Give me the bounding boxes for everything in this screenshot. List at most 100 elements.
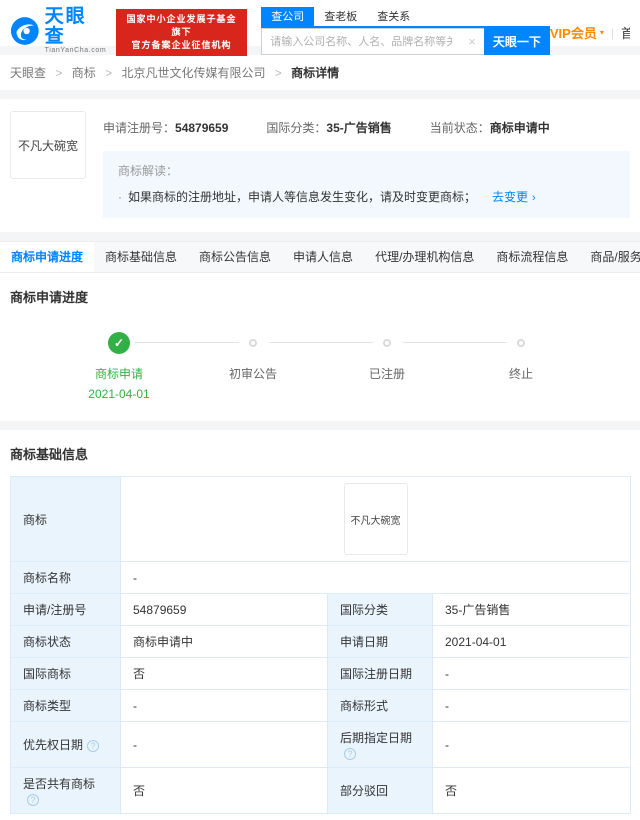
step-label: 终止 [508, 367, 533, 381]
row-value: - [120, 689, 328, 722]
tab-gazette-info[interactable]: 商标公告信息 [188, 242, 282, 272]
row-value: 2021-04-01 [431, 625, 632, 658]
trademark-interpretation-box: 商标解读： · 如果商标的注册地址，申请人等信息发生变化，请及时变更商标； 去变更 › [103, 151, 630, 218]
tab-progress[interactable]: 商标申请进度 [0, 242, 95, 272]
field-international-class: 国际分类：35-广告销售 [266, 119, 391, 136]
trademark-summary: 不凡大碗宽 申请注册号：54879659 国际分类：35-广告销售 当前状态：商… [0, 99, 640, 232]
step-application: ✓ 商标申请 2021-04-01 [52, 332, 239, 401]
row-label: 申请/注册号 [10, 593, 121, 626]
table-row: 优先权日期? - 后期指定日期? - [10, 721, 632, 768]
row-label: 商标类型 [10, 689, 121, 722]
certification-badge: 国家中小企业发展子基金旗下 官方备案企业征信机构 [115, 9, 248, 56]
search-button[interactable]: 天眼一下 [483, 28, 550, 55]
help-icon[interactable]: ? [87, 740, 100, 752]
logo-text: 天眼查 [44, 6, 87, 47]
tab-agency-info[interactable]: 代理/办理机构信息 [364, 242, 485, 272]
row-value: 54879659 [120, 593, 328, 626]
breadcrumb-current: 商标详情 [291, 66, 340, 80]
row-label: 后期指定日期 [340, 731, 413, 745]
progress-section-title: 商标申请进度 [10, 290, 89, 305]
field-value: 54879659 [175, 121, 229, 135]
search-tab-boss[interactable]: 查老板 [314, 7, 367, 26]
pending-dot-icon [517, 339, 525, 347]
row-label: 商标形式 [327, 689, 433, 722]
row-value: - [120, 721, 328, 768]
field-label: 当前状态： [429, 121, 490, 135]
help-icon[interactable]: ? [344, 748, 356, 760]
breadcrumb-home[interactable]: 天眼查 [10, 66, 46, 80]
table-row: 是否共有商标? 否 部分驳回 否 [10, 767, 632, 814]
caret-down-icon[interactable]: ▾ [600, 28, 604, 37]
breadcrumb-trademark[interactable]: 商标 [72, 66, 96, 80]
search-tabs: 查公司 查老板 查关系 [261, 7, 550, 28]
trademark-image[interactable]: 不凡大碗宽 [10, 111, 86, 179]
field-current-status: 当前状态：商标申请中 [430, 119, 550, 136]
row-value: 35-广告销售 [431, 593, 632, 626]
row-label: 商标状态 [10, 625, 121, 658]
table-row: 商标状态 商标申请中 申请日期 2021-04-01 [10, 625, 632, 658]
header-separator: | [610, 25, 614, 40]
row-value: 否 [120, 767, 328, 814]
row-label: 优先权日期 [23, 738, 84, 752]
row-label: 国际分类 [327, 593, 433, 626]
basic-info-title: 商标基础信息 [10, 447, 89, 462]
trademark-image-thumbnail[interactable]: 不凡大碗宽 [343, 483, 408, 555]
row-value: - [119, 561, 632, 594]
clear-icon[interactable]: × [460, 34, 484, 49]
step-label: 已注册 [368, 367, 405, 381]
table-row: 申请/注册号 54879659 国际分类 35-广告销售 [10, 593, 632, 626]
field-value: 35-广告销售 [326, 121, 392, 135]
interpretation-title: 商标解读： [118, 164, 179, 178]
row-label: 商标名称 [10, 561, 121, 594]
pending-dot-icon [383, 339, 391, 347]
row-label: 部分驳回 [327, 767, 433, 814]
step-terminated: 终止 [454, 332, 588, 401]
header-right: VIP会员 ▾ | 首 [550, 23, 630, 42]
table-row: 商标 不凡大碗宽 [10, 476, 632, 562]
table-row: 国际商标 否 国际注册日期 - [10, 657, 632, 690]
summary-fields: 申请注册号：54879659 国际分类：35-广告销售 当前状态：商标申请中 [103, 119, 630, 136]
help-icon[interactable]: ? [27, 794, 39, 806]
tab-applicant-info[interactable]: 申请人信息 [282, 242, 364, 272]
progress-section: 商标申请进度 ✓ 商标申请 2021-04-01 初审公告 已注册 终止 [0, 273, 640, 421]
go-change-link[interactable]: 去变更 › [492, 190, 536, 204]
tab-goods-services[interactable]: 商品/服务项目 [579, 242, 640, 272]
row-label: 国际注册日期 [327, 657, 433, 690]
search-input[interactable] [262, 35, 461, 48]
row-value: - [431, 689, 632, 722]
bullet-icon: · [118, 190, 122, 204]
top-header: 天眼查 TianYanCha.com 国家中小企业发展子基金旗下 官方备案企业征… [0, 0, 640, 56]
vip-member-link[interactable]: VIP会员 [550, 23, 597, 42]
search-input-wrap: × [261, 28, 484, 55]
row-value: 否 [431, 767, 632, 814]
tab-process-info[interactable]: 商标流程信息 [485, 242, 579, 272]
divider [0, 90, 640, 99]
table-row: 商标类型 - 商标形式 - [10, 689, 632, 722]
step-label: 初审公告 [228, 367, 277, 381]
breadcrumb-company[interactable]: 北京凡世文化传媒有限公司 [121, 66, 265, 80]
chevron-right-icon: › [532, 192, 536, 204]
search-block: 查公司 查老板 查关系 × 天眼一下 [261, 7, 550, 55]
search-row: × 天眼一下 [261, 28, 550, 55]
detail-tabbar: 商标申请进度 商标基础信息 商标公告信息 申请人信息 代理/办理机构信息 商标流… [0, 241, 640, 273]
field-registration-number: 申请注册号：54879659 [103, 119, 228, 136]
badge-line-1: 国家中小企业发展子基金旗下 [126, 14, 237, 37]
row-value: - [431, 721, 632, 768]
breadcrumb: 天眼查 > 商标 > 北京凡世文化传媒有限公司 > 商标详情 [0, 55, 640, 90]
field-label: 申请注册号： [103, 121, 176, 135]
tab-basic-info[interactable]: 商标基础信息 [94, 242, 188, 272]
logo-domain: TianYanCha.com [44, 47, 107, 54]
row-label: 商标 [10, 476, 121, 562]
row-value: 商标申请中 [120, 625, 328, 658]
search-tab-company[interactable]: 查公司 [261, 7, 315, 26]
interpretation-text: 如果商标的注册地址，申请人等信息发生变化，请及时变更商标； [128, 190, 477, 204]
logo-eye-icon [10, 16, 39, 45]
step-date: 2021-04-01 [88, 387, 150, 401]
breadcrumb-separator: > [105, 66, 113, 80]
search-tab-relation[interactable]: 查关系 [367, 7, 420, 26]
interpretation-line: · 如果商标的注册地址，申请人等信息发生变化，请及时变更商标； 去变更 › [118, 188, 615, 205]
tianyancha-logo[interactable]: 天眼查 TianYanCha.com [10, 7, 107, 54]
basic-info-table: 商标 不凡大碗宽 商标名称 - 申请/注册号 54879659 国际分类 35-… [10, 476, 632, 814]
nav-home-partial[interactable]: 首 [621, 23, 630, 42]
row-value: 否 [120, 657, 328, 690]
